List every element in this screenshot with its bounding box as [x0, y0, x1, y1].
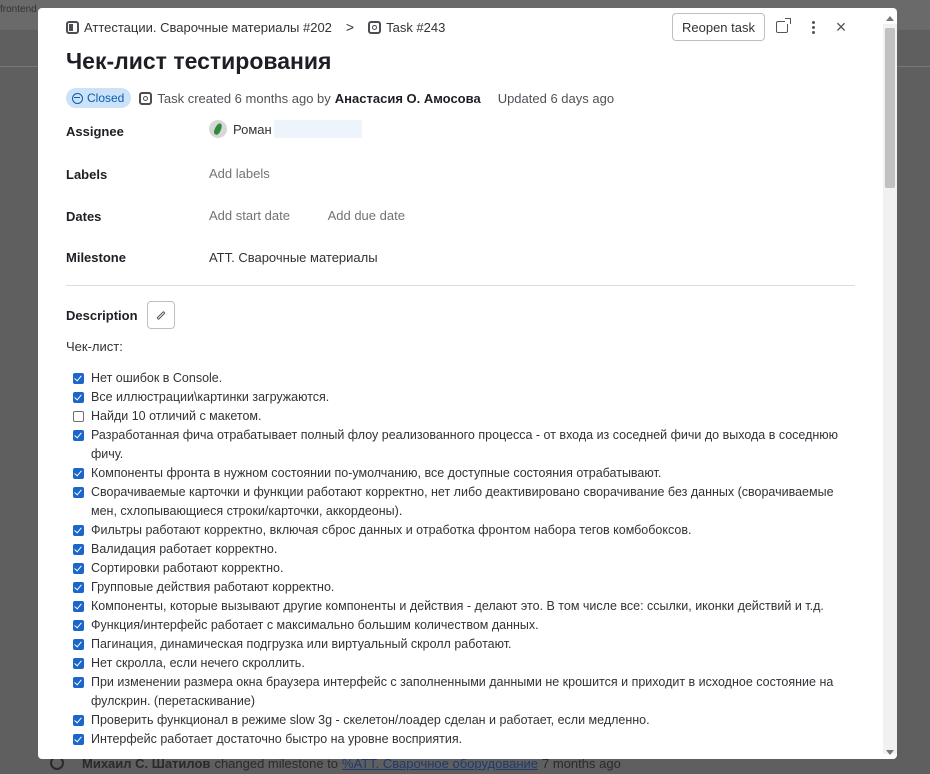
author-link[interactable]: Анастасия О. Амосова [335, 91, 481, 106]
checkbox-unchecked[interactable] [73, 411, 84, 422]
page-title: Чек-лист тестирования [66, 48, 332, 74]
checklist-title: Чек-лист: [66, 339, 123, 354]
modal-header: Аттестации. Сварочные материалы #202 > T… [38, 8, 883, 48]
checkbox-checked[interactable] [73, 677, 84, 688]
add-start-date-link[interactable]: Add start date [209, 208, 290, 223]
redacted-surname [273, 120, 362, 138]
task-icon [368, 20, 382, 34]
avatar [209, 120, 227, 138]
checklist-item: Разработанная фича отрабатывает полный ф… [73, 426, 853, 464]
section-divider [66, 285, 855, 286]
task-modal: Аттестации. Сварочные материалы #202 > T… [38, 8, 897, 759]
checklist-item-text: Компоненты, которые вызывают другие комп… [91, 599, 824, 613]
checklist-item: Пагинация, динамическая подгрузка или ви… [73, 635, 853, 654]
checklist-item: Нет ошибок в Console. [73, 369, 853, 388]
checklist-item: Компоненты фронта в нужном состоянии по-… [73, 464, 853, 483]
close-icon[interactable]: × [831, 17, 851, 37]
dates-value: Add start date Add due date [209, 208, 405, 223]
checklist-item-text: Фильтры работают корректно, включая сбро… [91, 523, 692, 537]
assignee-label: Assignee [66, 124, 124, 139]
checklist-item-text: Разработанная фича отрабатывает полный ф… [91, 428, 839, 461]
checklist-item-text: Функция/интерфейс работает с максимально… [91, 618, 539, 632]
assignee-value[interactable]: Роман [209, 120, 362, 138]
checklist-item-text: Групповые действия работают корректно. [91, 580, 335, 594]
milestone-value[interactable]: АТТ. Сварочные материалы [209, 250, 378, 265]
labels-label: Labels [66, 167, 108, 182]
epic-icon [66, 20, 79, 34]
checklist-item-text: Валидация работает корректно. [91, 542, 278, 556]
checklist-item-text: Сортировки работают корректно. [91, 561, 284, 575]
status-text: Closed [87, 91, 125, 105]
pencil-icon [156, 310, 166, 320]
task-icon [139, 91, 153, 105]
closed-icon [72, 92, 83, 104]
checklist-item: Валидация работает корректно. [73, 540, 853, 559]
checklist-item: Фильтры работают корректно, включая сбро… [73, 521, 853, 540]
checkbox-checked[interactable] [73, 392, 84, 403]
checklist: Нет ошибок в Console. Все иллюстрации\кар… [73, 369, 853, 749]
description-label: Description [66, 308, 138, 323]
checklist-item: При изменении размера окна браузера инте… [73, 673, 853, 711]
checklist-item: Функция/интерфейс работает с максимально… [73, 616, 853, 635]
checkbox-checked[interactable] [73, 525, 84, 536]
dates-label: Dates [66, 209, 102, 224]
scroll-down-icon[interactable] [886, 750, 894, 755]
updated-text: Updated 6 days ago [497, 90, 615, 106]
breadcrumb: Аттестации. Сварочные материалы #202 > T… [66, 19, 445, 35]
checklist-item-text: Нет ошибок в Console. [91, 371, 223, 385]
checklist-item: Найди 10 отличий с макетом. [73, 407, 853, 426]
add-due-date-link[interactable]: Add due date [328, 208, 405, 223]
scrollbar-thumb[interactable] [885, 28, 895, 188]
assignee-name: Роман [233, 121, 272, 137]
more-actions-icon[interactable] [803, 17, 823, 37]
checklist-item: Сворачиваемые карточки и функции работаю… [73, 483, 853, 521]
checklist-item: Все иллюстрации\картинки загружаются. [73, 388, 853, 407]
reopen-task-button[interactable]: Reopen task [672, 13, 765, 41]
checkbox-checked[interactable] [73, 715, 84, 726]
checklist-item-text: Проверить функционал в режиме slow 3g - … [91, 713, 650, 727]
checkbox-checked[interactable] [73, 601, 84, 612]
checklist-item-text: Нет скролла, если нечего скроллить. [91, 656, 305, 670]
created-text: Task created 6 months ago by [157, 90, 331, 106]
checklist-item: Интерфейс работает достаточно быстро на … [73, 730, 853, 749]
open-in-new-icon[interactable] [772, 17, 792, 37]
checkbox-checked[interactable] [73, 544, 84, 555]
scroll-up-icon[interactable] [886, 16, 894, 21]
checklist-item: Групповые действия работают корректно. [73, 578, 853, 597]
checklist-item: Сортировки работают корректно. [73, 559, 853, 578]
checklist-item: Компоненты, которые вызывают другие комп… [73, 597, 853, 616]
checklist-item: Нет скролла, если нечего скроллить. [73, 654, 853, 673]
checkbox-checked[interactable] [73, 734, 84, 745]
checklist-item-text: Интерфейс работает достаточно быстро на … [91, 732, 463, 746]
chevron-right-icon: > [345, 19, 355, 35]
breadcrumb-current[interactable]: Task #243 [386, 20, 445, 35]
checkbox-checked[interactable] [73, 582, 84, 593]
edit-description-button[interactable] [147, 301, 175, 329]
status-badge: Closed [66, 88, 132, 108]
checklist-item: Проверить функционал в режиме slow 3g - … [73, 711, 853, 730]
breadcrumb-parent[interactable]: Аттестации. Сварочные материалы #202 [84, 20, 332, 35]
background-text: frontend [0, 4, 37, 15]
task-meta: Closed Task created 6 months ago by Анас… [66, 88, 614, 108]
checkbox-checked[interactable] [73, 430, 84, 441]
checkbox-checked[interactable] [73, 563, 84, 574]
checkbox-checked[interactable] [73, 487, 84, 498]
checkbox-checked[interactable] [73, 639, 84, 650]
checkbox-checked[interactable] [73, 658, 84, 669]
checklist-item-text: При изменении размера окна браузера инте… [91, 675, 834, 708]
checklist-item-text: Пагинация, динамическая подгрузка или ви… [91, 637, 512, 651]
add-labels-link[interactable]: Add labels [209, 166, 270, 181]
checklist-item-text: Сворачиваемые карточки и функции работаю… [91, 485, 834, 518]
milestone-label: Milestone [66, 250, 126, 265]
checklist-item-text: Компоненты фронта в нужном состоянии по-… [91, 466, 662, 480]
checklist-item-text: Найди 10 отличий с макетом. [91, 409, 262, 423]
checkbox-checked[interactable] [73, 620, 84, 631]
checkbox-checked[interactable] [73, 373, 84, 384]
checklist-item-text: Все иллюстрации\картинки загружаются. [91, 390, 330, 404]
checkbox-checked[interactable] [73, 468, 84, 479]
